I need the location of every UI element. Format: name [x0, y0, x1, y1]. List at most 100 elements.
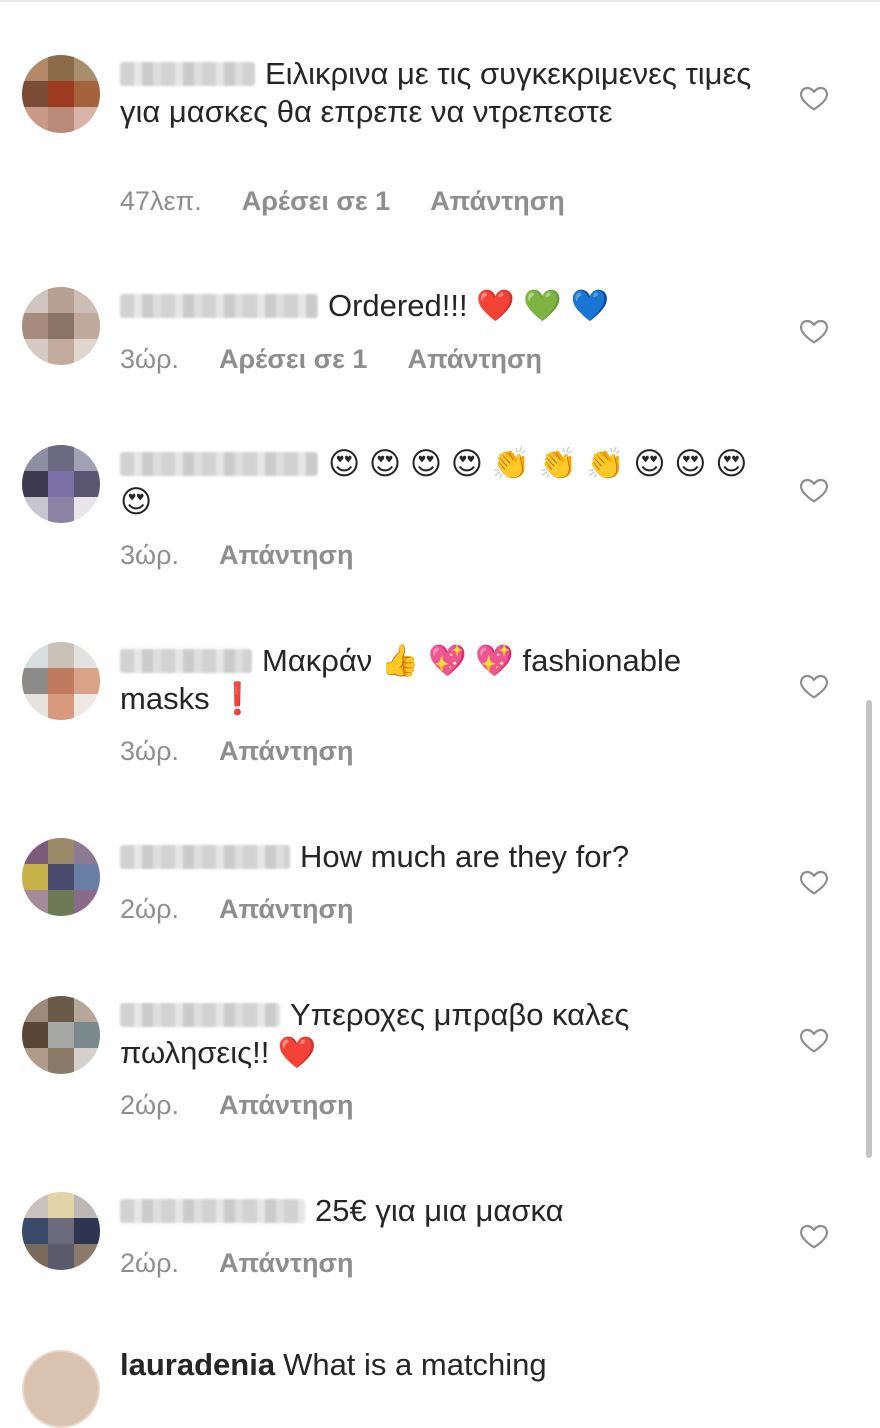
avatar[interactable]: [22, 1192, 100, 1270]
username-blurred[interactable]: [120, 294, 318, 318]
avatar-pixel: [48, 996, 74, 1022]
comment-text-block: Ειλικρινα με τις συγκεκριμενες τιμες για…: [120, 55, 770, 131]
reply-button[interactable]: Απάντηση: [430, 186, 565, 216]
heart-icon[interactable]: [798, 1220, 830, 1252]
avatar-pixel: [22, 445, 48, 471]
avatar-pixel: [48, 81, 74, 107]
avatar-pixel: [74, 668, 100, 694]
comment-text-block: Υπεροχες μπραβο καλες πωλησεις!! ❤️: [120, 996, 770, 1072]
comment-time: 2ώρ.: [120, 894, 179, 924]
username-blurred[interactable]: [120, 1199, 305, 1223]
comment-meta: 3ώρ. Αρέσει σε 1 Απάντηση: [120, 344, 542, 375]
avatar-pixel: [74, 471, 100, 497]
avatar-pixel: [22, 339, 48, 365]
avatar[interactable]: [22, 996, 100, 1074]
avatar-pixel: [48, 1192, 74, 1218]
username-blurred[interactable]: [120, 452, 318, 476]
avatar-pixel: [74, 339, 100, 365]
avatar[interactable]: [22, 287, 100, 365]
avatar-pixel: [22, 668, 48, 694]
heart-icon[interactable]: [798, 82, 830, 114]
reply-button[interactable]: Απάντηση: [219, 540, 354, 570]
heart-icon[interactable]: [798, 1024, 830, 1056]
avatar-pixel: [48, 497, 74, 523]
comment-text-block: Μακράν 👍 💖 💖 fashionable masks ❗: [120, 642, 770, 718]
avatar-pixel: [48, 890, 74, 916]
avatar-pixel: [74, 1218, 100, 1244]
reply-button[interactable]: Απάντηση: [219, 1090, 354, 1120]
avatar-pixel: [22, 996, 48, 1022]
avatar-pixel: [74, 55, 100, 81]
comment-text-block: Ordered!!! ❤️ 💚 💙: [120, 287, 770, 325]
avatar-pixel: [48, 1022, 74, 1048]
avatar-pixel: [74, 642, 100, 668]
avatar[interactable]: [22, 1350, 100, 1428]
comment-meta: 2ώρ. Απάντηση: [120, 1090, 354, 1121]
comment-text-block: 😍 😍 😍 😍 👏 👏 👏 😍 😍 😍 😍: [120, 445, 770, 521]
avatar-pixel: [74, 1022, 100, 1048]
avatar-pixel: [48, 642, 74, 668]
comment-text: How much are they for?: [300, 839, 630, 874]
avatar-pixel: [48, 1218, 74, 1244]
avatar-pixel: [48, 287, 74, 313]
avatar-pixel: [22, 1218, 48, 1244]
avatar-pixel: [22, 497, 48, 523]
avatar-pixel: [74, 313, 100, 339]
heart-icon[interactable]: [798, 670, 830, 702]
comment-meta: 3ώρ. Απάντηση: [120, 736, 354, 767]
username[interactable]: lauradenia: [120, 1346, 275, 1384]
avatar-pixel: [48, 445, 74, 471]
username-blurred[interactable]: [120, 1003, 280, 1027]
comment-time: 3ώρ.: [120, 540, 179, 570]
comment-meta: 3ώρ. Απάντηση: [120, 540, 354, 571]
username-blurred[interactable]: [120, 649, 252, 673]
avatar-pixel: [74, 107, 100, 133]
heart-icon[interactable]: [798, 474, 830, 506]
avatar-pixel: [48, 339, 74, 365]
avatar[interactable]: [22, 445, 100, 523]
username-blurred[interactable]: [120, 845, 290, 869]
heart-icon[interactable]: [798, 866, 830, 898]
top-divider: [0, 0, 880, 2]
likes-count-link[interactable]: Αρέσει σε 1: [219, 344, 367, 374]
avatar[interactable]: [22, 642, 100, 720]
avatar-pixel: [74, 445, 100, 471]
comment-meta: 2ώρ. Απάντηση: [120, 1248, 354, 1279]
username-blurred[interactable]: [120, 62, 255, 86]
avatar-pixel: [22, 890, 48, 916]
comment-time: 3ώρ.: [120, 344, 179, 374]
avatar-pixel: [22, 694, 48, 720]
avatar-pixel: [74, 81, 100, 107]
reply-button[interactable]: Απάντηση: [407, 344, 542, 374]
comment-text-block: lauradenia What is a matching: [120, 1346, 770, 1384]
comment-time: 2ώρ.: [120, 1248, 179, 1278]
comment-text-block: 25€ για μια μασκα: [120, 1192, 770, 1230]
comment-text: What is a matching: [283, 1347, 547, 1382]
reply-button[interactable]: Απάντηση: [219, 894, 354, 924]
avatar-pixel: [22, 1048, 48, 1074]
avatar-pixel: [48, 55, 74, 81]
scrollbar[interactable]: [866, 700, 872, 1158]
avatar[interactable]: [22, 838, 100, 916]
reply-button[interactable]: Απάντηση: [219, 736, 354, 766]
avatar-pixel: [48, 668, 74, 694]
avatar-pixel: [22, 55, 48, 81]
avatar-pixel: [74, 1048, 100, 1074]
avatar-pixel: [22, 313, 48, 339]
avatar-pixel: [22, 838, 48, 864]
likes-count-link[interactable]: Αρέσει σε 1: [242, 186, 390, 216]
avatar-pixel: [74, 890, 100, 916]
reply-button[interactable]: Απάντηση: [219, 1248, 354, 1278]
avatar-pixel: [48, 838, 74, 864]
avatar-pixel: [74, 1244, 100, 1270]
avatar-pixel: [48, 471, 74, 497]
avatar-pixel: [22, 1022, 48, 1048]
avatar[interactable]: [22, 55, 100, 133]
avatar-pixel: [48, 1244, 74, 1270]
avatar-pixel: [74, 838, 100, 864]
heart-icon[interactable]: [798, 315, 830, 347]
avatar-pixel: [48, 313, 74, 339]
avatar-pixel: [74, 996, 100, 1022]
avatar-pixel: [22, 1192, 48, 1218]
avatar-pixel: [48, 107, 74, 133]
